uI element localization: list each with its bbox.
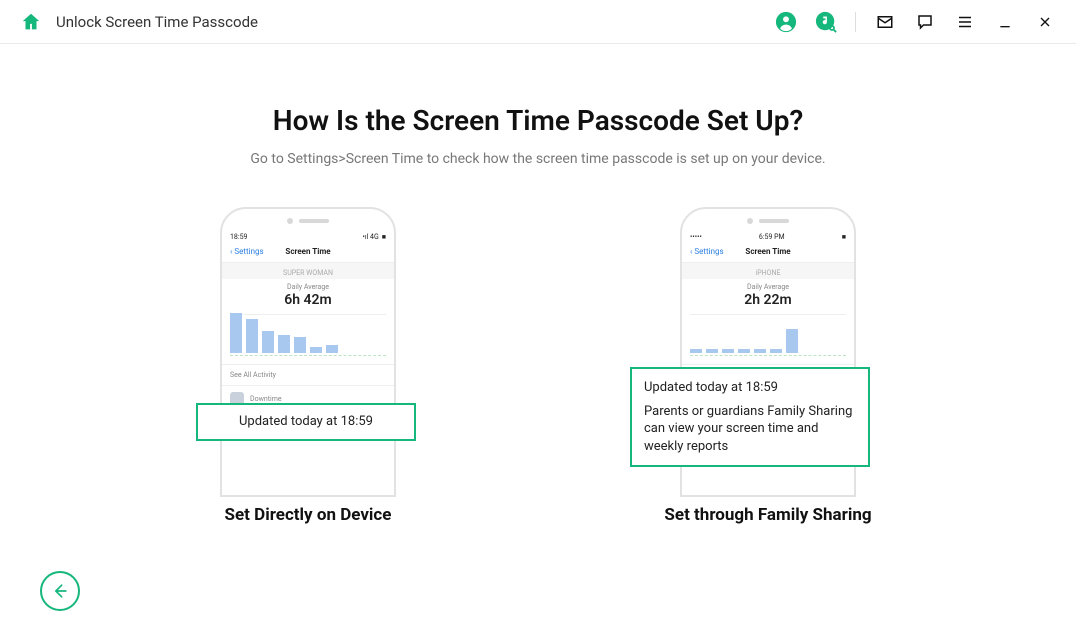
feedback-icon[interactable] [914,11,936,33]
option-a-label: Set Directly on Device [225,505,392,525]
music-search-icon[interactable] [815,11,837,33]
app-header: Unlock Screen Time Passcode [0,0,1076,44]
phone-b-chart [690,314,846,356]
options-row: 18:59 •ıl 4G■ ‹ Settings Screen Time SUP… [40,207,1036,525]
page-subtitle: Go to Settings>Screen Time to check how … [40,151,1036,167]
page-title: How Is the Screen Time Passcode Set Up? [40,104,1036,137]
close-icon[interactable] [1034,11,1056,33]
minimize-icon[interactable] [994,11,1016,33]
phone-a-chart [230,314,386,356]
phone-a-nav-title: Screen Time [285,247,330,256]
phone-preview-b: ••••• 6:59 PM ■ ‹ Settings Screen Time i… [658,207,878,477]
phone-a-daily-value: 6h 42m [230,292,386,308]
main-content: How Is the Screen Time Passcode Set Up? … [0,44,1076,525]
divider [855,12,856,32]
phone-b-time: 6:59 PM [759,233,785,241]
phone-preview-a: 18:59 •ıl 4G■ ‹ Settings Screen Time SUP… [198,207,418,477]
phone-b-section: iPHONE [682,263,854,279]
option-b-label: Set through Family Sharing [664,505,871,525]
phone-a-daily-label: Daily Average [230,283,386,291]
option-family-sharing[interactable]: ••••• 6:59 PM ■ ‹ Settings Screen Time i… [638,207,898,525]
back-button[interactable] [40,571,80,611]
phone-b-back: ‹ Settings [690,247,724,256]
phone-a-back: ‹ Settings [230,247,264,256]
callout-b: Updated today at 18:59 Parents or guardi… [630,367,870,467]
callout-a: Updated today at 18:59 [196,403,416,441]
phone-a-section: SUPER WOMAN [222,263,394,279]
menu-icon[interactable] [954,11,976,33]
account-icon[interactable] [775,11,797,33]
app-title: Unlock Screen Time Passcode [56,13,258,31]
mail-icon[interactable] [874,11,896,33]
home-icon[interactable] [20,11,42,33]
phone-a-time: 18:59 [230,233,247,241]
phone-b-daily-value: 2h 22m [690,292,846,308]
option-direct-on-device[interactable]: 18:59 •ıl 4G■ ‹ Settings Screen Time SUP… [178,207,438,525]
phone-b-nav-title: Screen Time [745,247,790,256]
phone-b-daily-label: Daily Average [690,283,846,291]
